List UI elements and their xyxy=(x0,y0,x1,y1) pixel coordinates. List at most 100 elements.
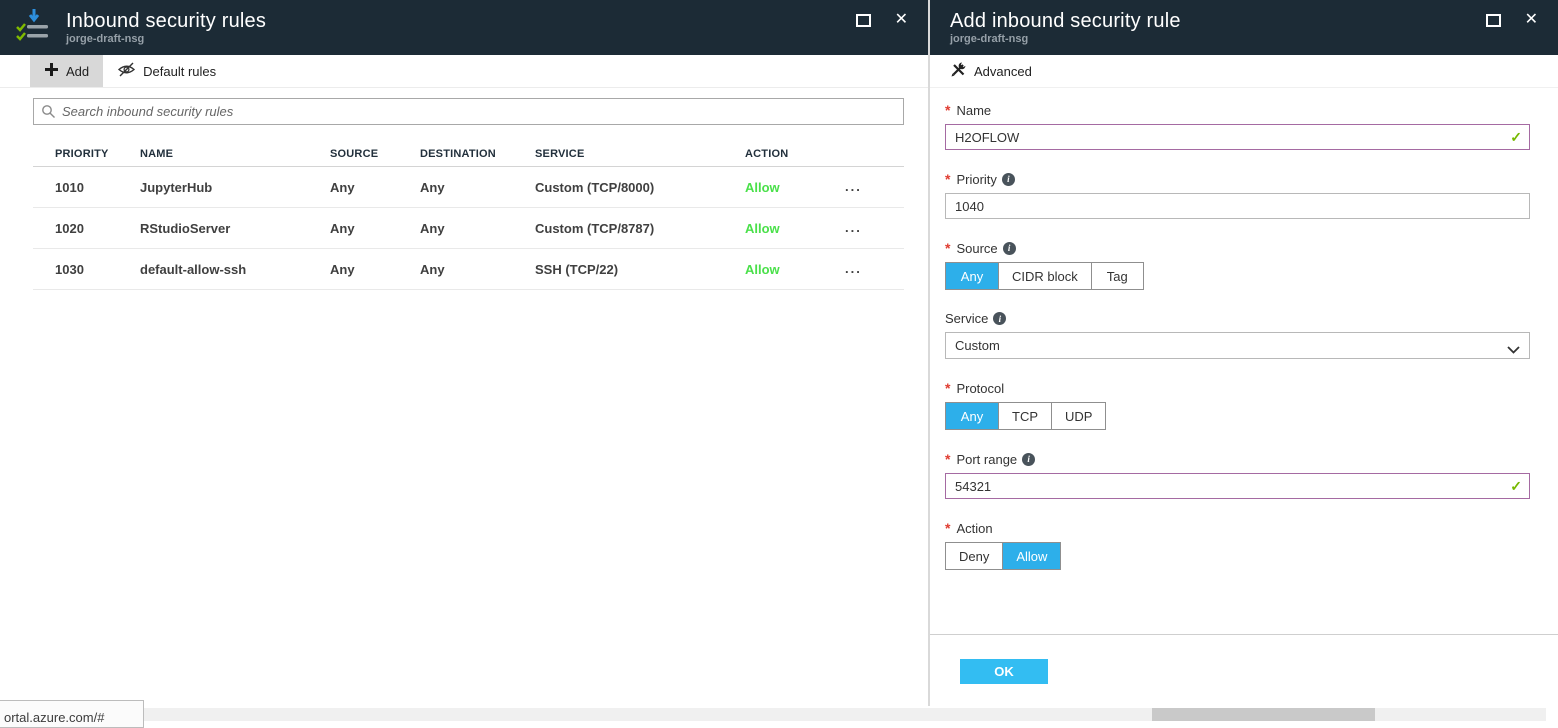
tools-icon xyxy=(950,61,967,81)
maximize-icon[interactable] xyxy=(1486,14,1501,27)
priority-label: Priority xyxy=(956,172,996,187)
browser-status-bar: ortal.azure.com/# xyxy=(0,700,144,728)
cell-destination: Any xyxy=(420,221,535,236)
cell-name: RStudioServer xyxy=(140,221,330,236)
table-header-row: PRIORITY NAME SOURCE DESTINATION SERVICE… xyxy=(33,141,904,167)
add-button[interactable]: Add xyxy=(30,55,103,87)
info-icon[interactable] xyxy=(1003,242,1016,255)
cell-service: Custom (TCP/8000) xyxy=(535,180,745,195)
info-icon[interactable] xyxy=(1002,173,1015,186)
cell-source: Any xyxy=(330,262,420,277)
cell-destination: Any xyxy=(420,180,535,195)
required-marker xyxy=(945,380,951,396)
cell-name: JupyterHub xyxy=(140,180,330,195)
row-context-menu-icon[interactable]: ... xyxy=(830,224,904,232)
cell-priority: 1030 xyxy=(55,262,140,277)
table-row[interactable]: 1030 default-allow-ssh Any Any SSH (TCP/… xyxy=(33,249,904,290)
add-button-label: Add xyxy=(66,64,89,79)
source-field-group: Source Any CIDR block Tag xyxy=(945,240,1530,290)
cell-name: default-allow-ssh xyxy=(140,262,330,277)
plus-icon xyxy=(44,62,59,80)
ok-button[interactable]: OK xyxy=(960,659,1048,684)
required-marker xyxy=(945,171,951,187)
inbound-security-rules-blade: Inbound security rules jorge-draft-nsg ✕… xyxy=(0,0,928,706)
protocol-option-udp[interactable]: UDP xyxy=(1051,403,1105,429)
cell-source: Any xyxy=(330,221,420,236)
port-range-field-group: Port range ✓ xyxy=(945,451,1530,499)
azure-portal-page: Inbound security rules jorge-draft-nsg ✕… xyxy=(0,0,1558,728)
add-inbound-rule-blade: Add inbound security rule jorge-draft-ns… xyxy=(928,0,1558,706)
right-blade-toolbar: Advanced xyxy=(930,55,1558,88)
add-rule-form: Name ✓ Priority xyxy=(930,88,1558,570)
name-input[interactable] xyxy=(945,124,1530,150)
default-rules-label: Default rules xyxy=(143,64,216,79)
table-row[interactable]: 1020 RStudioServer Any Any Custom (TCP/8… xyxy=(33,208,904,249)
required-marker xyxy=(945,451,951,467)
right-blade-title: Add inbound security rule xyxy=(950,10,1181,33)
source-toggle-group: Any CIDR block Tag xyxy=(945,262,1144,290)
service-select[interactable]: Custom xyxy=(945,332,1530,359)
left-blade-header: Inbound security rules jorge-draft-nsg ✕ xyxy=(0,0,928,55)
horizontal-scrollbar[interactable] xyxy=(140,708,1546,721)
cell-action: Allow xyxy=(745,180,830,195)
left-blade-title: Inbound security rules xyxy=(66,10,266,33)
advanced-label: Advanced xyxy=(974,64,1032,79)
name-label: Name xyxy=(956,103,991,118)
source-option-any[interactable]: Any xyxy=(946,263,998,289)
right-blade-footer: OK xyxy=(930,634,1558,684)
cell-service: Custom (TCP/8787) xyxy=(535,221,745,236)
required-marker xyxy=(945,102,951,118)
info-icon[interactable] xyxy=(993,312,1006,325)
action-option-deny[interactable]: Deny xyxy=(946,543,1002,569)
protocol-toggle-group: Any TCP UDP xyxy=(945,402,1106,430)
col-action: ACTION xyxy=(745,148,830,160)
source-option-tag[interactable]: Tag xyxy=(1091,263,1143,289)
table-row[interactable]: 1010 JupyterHub Any Any Custom (TCP/8000… xyxy=(33,167,904,208)
priority-field-group: Priority xyxy=(945,171,1530,219)
search-input[interactable] xyxy=(33,98,904,125)
info-icon[interactable] xyxy=(1022,453,1035,466)
col-name: NAME xyxy=(140,148,330,160)
port-range-input[interactable] xyxy=(945,473,1530,499)
required-marker xyxy=(945,520,951,536)
left-blade-toolbar: Add Default rules xyxy=(0,55,928,88)
row-context-menu-icon[interactable]: ... xyxy=(830,183,904,191)
close-icon[interactable]: ✕ xyxy=(895,12,908,28)
source-label: Source xyxy=(956,241,997,256)
priority-input[interactable] xyxy=(945,193,1530,219)
col-source: SOURCE xyxy=(330,148,420,160)
cell-priority: 1020 xyxy=(55,221,140,236)
close-icon[interactable]: ✕ xyxy=(1525,12,1538,28)
source-option-cidr-block[interactable]: CIDR block xyxy=(998,263,1091,289)
protocol-option-any[interactable]: Any xyxy=(946,403,998,429)
col-service: SERVICE xyxy=(535,148,745,160)
protocol-label: Protocol xyxy=(956,381,1004,396)
maximize-icon[interactable] xyxy=(856,14,871,27)
cell-priority: 1010 xyxy=(55,180,140,195)
cell-action: Allow xyxy=(745,262,830,277)
row-context-menu-icon[interactable]: ... xyxy=(830,265,904,273)
right-blade-header: Add inbound security rule jorge-draft-ns… xyxy=(930,0,1558,55)
action-label: Action xyxy=(956,521,992,536)
col-priority: PRIORITY xyxy=(55,148,140,160)
action-field-group: Action Deny Allow xyxy=(945,520,1530,570)
inbound-rules-icon xyxy=(14,6,54,49)
scrollbar-thumb[interactable] xyxy=(1152,708,1375,721)
col-destination: DESTINATION xyxy=(420,148,535,160)
port-range-label: Port range xyxy=(956,452,1017,467)
rules-list-content: PRIORITY NAME SOURCE DESTINATION SERVICE… xyxy=(0,88,928,290)
eye-off-icon xyxy=(117,62,136,80)
required-marker xyxy=(945,240,951,256)
action-option-allow[interactable]: Allow xyxy=(1002,543,1060,569)
cell-action: Allow xyxy=(745,221,830,236)
cell-service: SSH (TCP/22) xyxy=(535,262,745,277)
service-selected-value: Custom xyxy=(955,338,1000,353)
protocol-option-tcp[interactable]: TCP xyxy=(998,403,1051,429)
chevron-down-icon xyxy=(1507,342,1520,357)
left-blade-subtitle: jorge-draft-nsg xyxy=(66,33,266,46)
advanced-button[interactable]: Advanced xyxy=(936,55,1046,87)
protocol-field-group: Protocol Any TCP UDP xyxy=(945,380,1530,430)
name-field-group: Name ✓ xyxy=(945,102,1530,150)
valid-check-icon: ✓ xyxy=(1510,478,1522,495)
default-rules-button[interactable]: Default rules xyxy=(103,55,230,87)
